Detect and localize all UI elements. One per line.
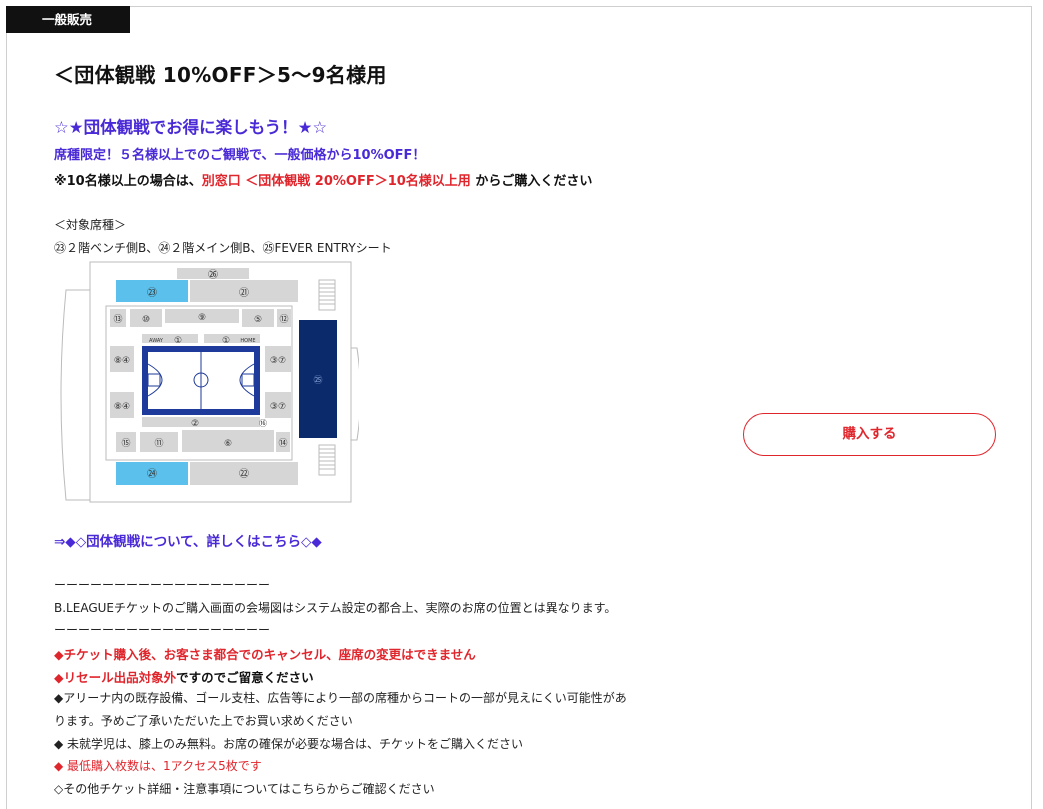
target-seats-list: ㉓２階ベンチ側B、㉔２階メイン側B、㉕FEVER ENTRYシート: [54, 241, 392, 255]
section-11-label: ⑪: [154, 438, 163, 449]
section-21-label: ㉑: [239, 287, 249, 299]
section-10-label: ⑩: [142, 315, 150, 325]
target-seats-label: ＜対象席種＞: [54, 218, 127, 232]
note-prefix: ※10名様以上の場合は、: [54, 174, 202, 189]
section-37-upper-label: ③⑦: [270, 356, 286, 366]
section-22-label: ㉒: [239, 468, 249, 480]
promo-description: 席種限定！５名様以上でのご観戦で、一般価格から10%OFF！: [54, 148, 426, 163]
home-label: HOME: [240, 338, 255, 344]
section-9-label: ⑨: [198, 313, 206, 323]
resale-notice-red: ◆リセール出品対象外: [54, 670, 177, 685]
left-outer-wall: [60, 289, 91, 501]
section-16-label: ⑯: [259, 419, 267, 428]
section-23-label: ㉓: [147, 287, 157, 299]
other-info-link[interactable]: ◇その他チケット詳細・注意事項についてはこちらからご確認ください: [54, 780, 435, 797]
promo-headline: ☆★団体観戦でお得に楽しもう！★☆: [54, 118, 328, 137]
cancel-notice: ◆チケット購入後、お客さま都合でのキャンセル、座席の変更はできません: [54, 647, 476, 662]
section-84-lower-label: ⑧④: [114, 402, 130, 412]
resale-notice-rest: ですのでご留意ください: [176, 670, 314, 685]
section-2: [142, 417, 260, 427]
section-12-label: ⑫: [279, 314, 288, 325]
section-2-label: ②: [191, 419, 199, 429]
section-1b-label: ①: [222, 336, 230, 346]
divider-top: ーーーーーーーーーーーーーーーーーー: [54, 578, 271, 592]
section-15-label: ⑮: [121, 438, 130, 449]
resale-notice: ◆リセール出品対象外ですのでご留意ください: [54, 667, 314, 686]
stairs-top-right: [318, 279, 336, 311]
section-25-label: ㉕: [313, 375, 322, 386]
section-5-label: ⑤: [254, 315, 262, 325]
section-37-lower-label: ③⑦: [270, 402, 286, 412]
sale-type-badge: 一般販売: [6, 6, 130, 33]
section-24-label: ㉔: [147, 468, 157, 480]
section-26-label: ㉖: [208, 269, 218, 281]
arena-visibility-note-line2: ります。予めご了承いただいた上でお買い求めください: [54, 714, 353, 728]
arena-visibility-note-line1: ◆アリーナ内の既存設備、ゴール支柱、広告等により一部の席種からコートの一部が見え…: [54, 691, 627, 705]
note-suffix: からご購入ください: [470, 174, 593, 189]
section-1a-label: ①: [174, 336, 182, 346]
divider-bottom: ーーーーーーーーーーーーーーーーーー: [54, 623, 271, 637]
basketball-court: [142, 346, 260, 415]
purchase-button[interactable]: 購入する: [743, 413, 996, 456]
large-group-window-link[interactable]: 別窓口 ＜団体観戦 20%OFF＞10名様以上用: [202, 174, 471, 189]
section-6-label: ⑥: [224, 439, 232, 449]
layout-disclaimer: B.LEAGUEチケットのご購入画面の会場図はシステム設定の都合上、実際のお席の…: [54, 601, 617, 615]
ticket-title: ＜団体観戦 10%OFF＞5〜9名様用: [54, 63, 387, 87]
group-viewing-details-link[interactable]: ⇒◆◇団体観戦について、詳しくはこちら◇◆: [54, 530, 322, 550]
minimum-purchase-note: ◆ 最低購入枚数は、1アクセス5枚です: [54, 759, 262, 773]
section-14-label: ⑭: [278, 438, 287, 449]
right-outer-wall: [350, 347, 359, 441]
stairs-bottom-right: [318, 444, 336, 476]
group-size-note: ※10名様以上の場合は、別窓口 ＜団体観戦 20%OFF＞10名様以上用 からご…: [54, 170, 592, 189]
away-label: AWAY: [149, 338, 164, 344]
children-policy: ◆ 未就学児は、膝上のみ無料。お席の確保が必要な場合は、チケットをご購入ください: [54, 737, 524, 751]
venue-seat-map: ㉖ ㉓ ㉑ ⑬ ⑩ ⑨ ⑤ ⑫ AWAY ① ① HOME ⑧④ ⑧④ ③⑦ ③…: [60, 261, 359, 503]
section-84-upper-label: ⑧④: [114, 356, 130, 366]
section-13-label: ⑬: [113, 314, 122, 325]
